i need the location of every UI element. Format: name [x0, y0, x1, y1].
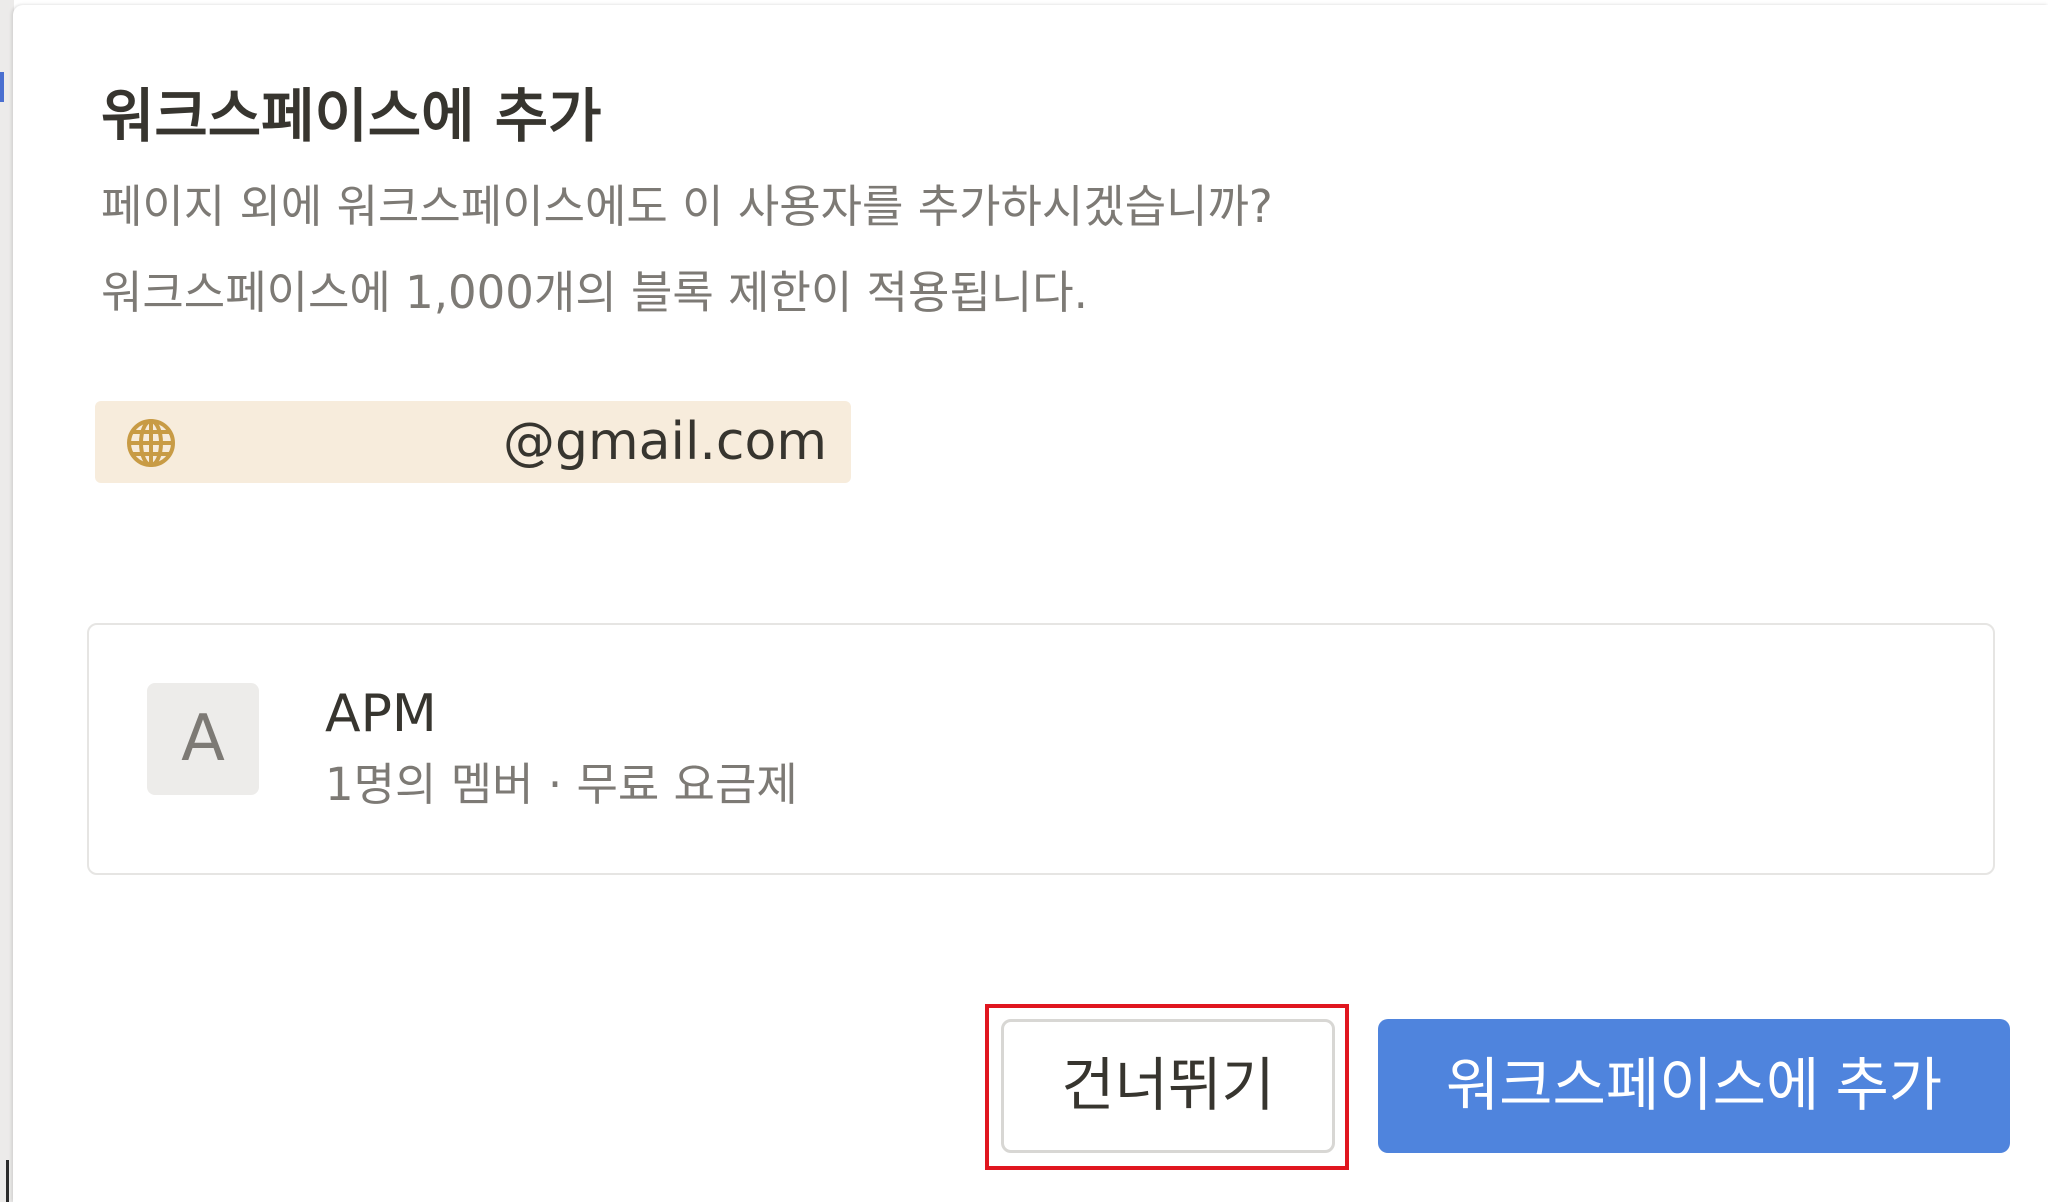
page: 워크스페이스에 추가 페이지 외에 워크스페이스에도 이 사용자를 추가하시겠습…: [0, 0, 2048, 1202]
invitee-email: @gmail.com: [502, 412, 827, 472]
add-to-workspace-button[interactable]: 워크스페이스에 추가: [1378, 1019, 2010, 1153]
invitee-email-chip: @gmail.com: [95, 401, 851, 483]
block-limit-notice: 워크스페이스에 1,000개의 블록 제한이 적용됩니다.: [101, 266, 1088, 319]
background-text-fragment: [6, 1160, 9, 1202]
background-page-edge: [0, 0, 14, 1202]
add-to-workspace-dialog: 워크스페이스에 추가 페이지 외에 워크스페이스에도 이 사용자를 추가하시겠습…: [13, 5, 2048, 1202]
globe-icon: [123, 415, 179, 471]
workspace-name: APM: [325, 684, 437, 744]
skip-button[interactable]: 건너뛰기: [1001, 1019, 1335, 1153]
workspace-card: A APM 1명의 멤버 · 무료 요금제: [87, 623, 1995, 875]
workspace-meta: 1명의 멤버 · 무료 요금제: [325, 758, 798, 811]
workspace-avatar: A: [147, 683, 259, 795]
dialog-description: 페이지 외에 워크스페이스에도 이 사용자를 추가하시겠습니까?: [101, 180, 1273, 233]
background-link-fragment: [0, 72, 4, 102]
dialog-title: 워크스페이스에 추가: [101, 82, 602, 150]
